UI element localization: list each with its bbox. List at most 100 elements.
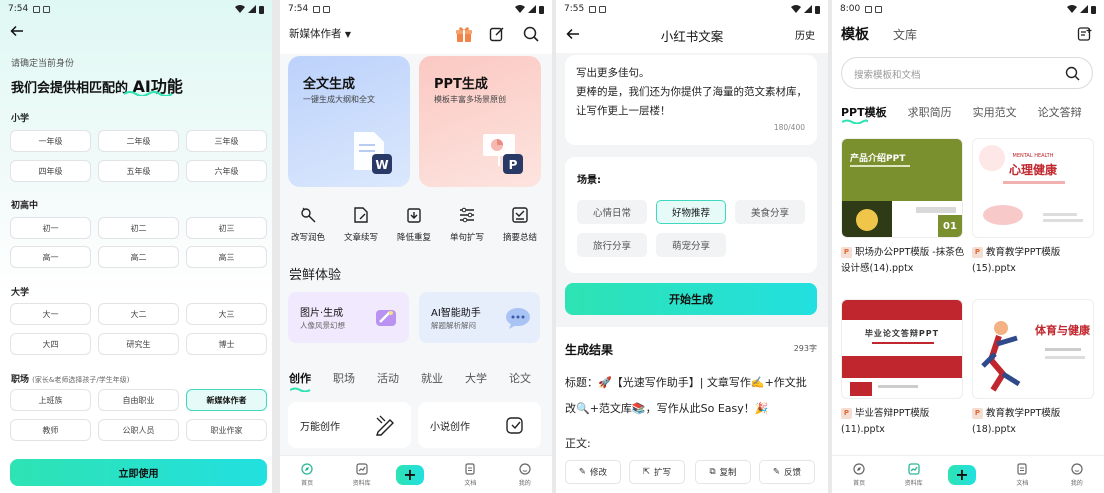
tab-workplace[interactable]: 职场 bbox=[333, 370, 355, 386]
tab-sample-essays[interactable]: 实用范文 bbox=[973, 104, 1017, 120]
tab-college[interactable]: 大学 bbox=[465, 370, 487, 386]
template-title[interactable]: P 教育教学PPT模版(15).pptx bbox=[972, 245, 1096, 277]
history-button[interactable]: 历史 bbox=[795, 27, 815, 42]
tab-activity[interactable]: 活动 bbox=[377, 370, 399, 386]
gift-icon[interactable] bbox=[455, 25, 473, 43]
grade-option[interactable]: 研究生 bbox=[98, 333, 179, 355]
template-title[interactable]: P 职场办公PPT模版 -抹茶色设计感(14).pptx bbox=[841, 245, 965, 277]
template-thumbnail[interactable]: MENTAL HEALTH 心理健康 bbox=[972, 138, 1094, 238]
grade-option[interactable]: 高三 bbox=[186, 246, 267, 268]
start-generate-button[interactable]: 开始生成 bbox=[565, 283, 817, 315]
scene-option-selected[interactable]: 好物推荐 bbox=[656, 200, 726, 224]
grade-option[interactable]: 六年级 bbox=[186, 160, 267, 182]
tool-rewrite[interactable]: 改写润色 bbox=[280, 204, 336, 243]
template-thumbnail[interactable]: 体育与健康 bbox=[972, 299, 1094, 399]
tab-templates[interactable]: 模板 bbox=[841, 24, 869, 44]
expand-sentence-icon bbox=[460, 207, 474, 223]
edit-icon[interactable] bbox=[489, 26, 505, 42]
grade-option[interactable]: 大四 bbox=[10, 333, 91, 355]
tab-resume[interactable]: 求职简历 bbox=[908, 104, 952, 120]
nav-home[interactable]: 首页 bbox=[839, 462, 879, 487]
section-work-note: (家长&老师选择孩子/学生年级) bbox=[32, 376, 130, 384]
grade-option[interactable]: 高二 bbox=[98, 246, 179, 268]
tab-thesis[interactable]: 论文 bbox=[509, 370, 531, 386]
template-category-tabs: PPT模板 求职简历 实用范文 论文答辩 bbox=[841, 104, 1103, 120]
reduce-duplicate-icon bbox=[407, 208, 421, 223]
nav-documents[interactable]: 文档 bbox=[450, 462, 490, 487]
novel-create-card[interactable]: 小说创作 bbox=[418, 402, 541, 448]
ai-assistant-card[interactable]: AI智能助手 解题解析解闷 bbox=[419, 292, 540, 343]
full-text-generate-card[interactable]: 全文生成 一键生成大纲和全文 W bbox=[288, 56, 410, 187]
ppt-file-icon: P bbox=[972, 247, 983, 258]
section-work-title: 职场 (家长&老师选择孩子/学生年级) bbox=[11, 375, 130, 385]
grade-option[interactable]: 五年级 bbox=[98, 160, 179, 182]
template-thumbnail[interactable]: 产品介绍PPT 01 bbox=[841, 138, 963, 238]
tab-create[interactable]: 创作 bbox=[289, 370, 311, 386]
scene-option[interactable]: 旅行分享 bbox=[577, 233, 647, 257]
feedback-button[interactable]: ✎ 反馈 bbox=[759, 460, 815, 484]
tool-continue[interactable]: 文章续写 bbox=[333, 204, 389, 243]
prompt-text[interactable]: 写出更多佳句。 更棒的是，我们还为你提供了海量的范文素材库，让写作更上一层楼！ bbox=[576, 64, 808, 121]
grade-option[interactable]: 二年级 bbox=[98, 130, 179, 152]
grade-option[interactable]: 四年级 bbox=[10, 160, 91, 182]
job-option[interactable]: 职业作家 bbox=[186, 419, 267, 441]
template-title[interactable]: P 教育教学PPT模版(18).pptx bbox=[972, 406, 1096, 438]
search-input[interactable]: 搜索模板和文档 bbox=[841, 57, 1093, 89]
job-option[interactable]: 上班族 bbox=[10, 389, 91, 411]
universal-create-card[interactable]: 万能创作 bbox=[288, 402, 411, 448]
tab-library[interactable]: 文库 bbox=[893, 26, 917, 43]
ppt-generate-card[interactable]: PPT生成 模板丰富多场景原创 P bbox=[419, 56, 541, 187]
section-primary-title: 小学 bbox=[11, 114, 30, 124]
template-title[interactable]: P 毕业答辩PPT模版(11).pptx bbox=[841, 406, 965, 438]
tool-summary[interactable]: 摘要总结 bbox=[492, 204, 548, 243]
search-placeholder: 搜索模板和文档 bbox=[854, 70, 921, 81]
nav-documents[interactable]: 文档 bbox=[1002, 462, 1042, 487]
scene-option[interactable]: 心情日常 bbox=[577, 200, 647, 224]
job-option-selected[interactable]: 新媒体作者 bbox=[186, 389, 267, 411]
use-now-button[interactable]: 立即使用 bbox=[10, 459, 267, 486]
job-option[interactable]: 公职人员 bbox=[98, 419, 179, 441]
word-count: 293字 bbox=[793, 344, 817, 353]
template-thumbnail[interactable]: 毕业论文答辩PPT bbox=[841, 299, 963, 399]
tab-thesis-defense[interactable]: 论文答辩 bbox=[1038, 104, 1082, 120]
role-selector[interactable]: 新媒体作者 ▼ bbox=[289, 26, 351, 41]
home-screen: 7:54 新媒体作者 ▼ 全文生成 一键生成大纲和全文 W PPT生成 模板丰富… bbox=[280, 0, 552, 493]
search-icon[interactable] bbox=[523, 26, 539, 42]
nav-add[interactable]: + bbox=[947, 464, 988, 485]
nav-library[interactable]: 资料库 bbox=[342, 462, 382, 487]
status-bar: 7:55 bbox=[556, 0, 828, 18]
tool-expand[interactable]: 单句扩写 bbox=[439, 204, 495, 243]
tab-ppt-templates[interactable]: PPT模板 bbox=[841, 104, 887, 120]
grade-option[interactable]: 一年级 bbox=[10, 130, 91, 152]
nav-add[interactable]: + bbox=[395, 464, 436, 485]
tab-employment[interactable]: 就业 bbox=[421, 370, 443, 386]
nav-home[interactable]: 首页 bbox=[287, 462, 327, 487]
nav-library[interactable]: 资料库 bbox=[894, 462, 934, 487]
expand-button[interactable]: ⇱ 扩写 bbox=[629, 460, 685, 484]
grade-option[interactable]: 博士 bbox=[186, 333, 267, 355]
tool-dedupe[interactable]: 降低重复 bbox=[386, 204, 442, 243]
back-arrow-icon[interactable] bbox=[10, 24, 24, 38]
grade-option[interactable]: 大二 bbox=[98, 303, 179, 325]
edit-button[interactable]: ✎ 修改 bbox=[565, 460, 621, 484]
scene-option[interactable]: 萌宠分享 bbox=[656, 233, 726, 257]
nav-profile[interactable]: 我的 bbox=[1057, 462, 1097, 487]
image-generate-card[interactable]: 图片·生成 人像风景幻想 bbox=[288, 292, 409, 343]
prompt-input[interactable]: 写出更多佳句。 更棒的是，我们还为你提供了海量的范文素材库，让写作更上一层楼！ … bbox=[565, 55, 817, 145]
grade-option[interactable]: 大一 bbox=[10, 303, 91, 325]
job-option[interactable]: 教师 bbox=[10, 419, 91, 441]
scene-option[interactable]: 美食分享 bbox=[735, 200, 805, 224]
grade-option[interactable]: 三年级 bbox=[186, 130, 267, 152]
nav-profile[interactable]: 我的 bbox=[505, 462, 545, 487]
grade-option[interactable]: 初一 bbox=[10, 217, 91, 239]
new-document-icon[interactable] bbox=[1077, 26, 1093, 42]
search-icon[interactable] bbox=[1065, 66, 1080, 81]
status-bar: 7:54 bbox=[0, 0, 272, 18]
scene-panel: 场景: 心情日常 好物推荐 美食分享 旅行分享 萌宠分享 bbox=[565, 157, 817, 273]
grade-option[interactable]: 高一 bbox=[10, 246, 91, 268]
grade-option[interactable]: 初二 bbox=[98, 217, 179, 239]
job-option[interactable]: 自由职业 bbox=[98, 389, 179, 411]
copy-button[interactable]: ⧉ 复制 bbox=[695, 460, 751, 484]
grade-option[interactable]: 大三 bbox=[186, 303, 267, 325]
grade-option[interactable]: 初三 bbox=[186, 217, 267, 239]
